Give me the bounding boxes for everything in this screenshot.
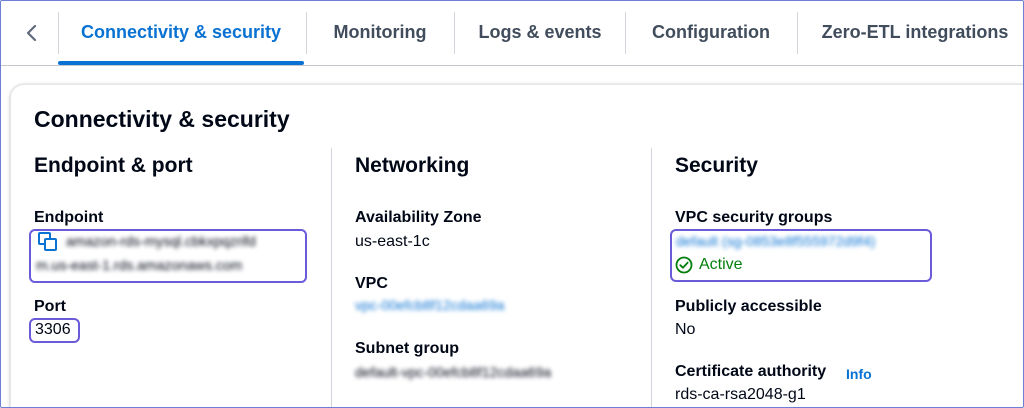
- panel-title: Connectivity & security: [34, 106, 290, 132]
- availability-zone-label: Availability Zone: [355, 209, 482, 226]
- column-divider: [651, 148, 652, 408]
- security-group-status: Active: [675, 256, 743, 274]
- check-circle-icon: [675, 256, 693, 274]
- certificate-authority-label: Certificate authority: [675, 363, 827, 380]
- info-link[interactable]: Info: [846, 366, 872, 382]
- tab-connectivity-security[interactable]: Connectivity & security: [58, 0, 304, 65]
- vpc-link[interactable]: vpc-00efcb8f12cdaa69a: [355, 297, 504, 313]
- certificate-authority-value: rds-ca-rsa2048-g1: [675, 386, 806, 403]
- chevron-left-icon[interactable]: [14, 18, 50, 48]
- endpoint-label: Endpoint: [34, 209, 104, 226]
- endpoint-value-line1: amazon-rds-mysql.cbkxpqzrifd: [66, 233, 256, 249]
- status-text: Active: [699, 256, 743, 273]
- copy-icon[interactable]: [38, 232, 58, 252]
- port-label: Port: [34, 298, 66, 315]
- subnet-group-label: Subnet group: [355, 340, 459, 357]
- tab-logs-events[interactable]: Logs & events: [455, 0, 625, 65]
- tab-bar: Connectivity & security Monitoring Logs …: [0, 0, 1024, 66]
- column-divider: [331, 148, 332, 408]
- vpc-label: VPC: [355, 275, 388, 292]
- tab-zero-etl-integrations[interactable]: Zero-ETL integrations: [805, 0, 1024, 65]
- publicly-accessible-value: No: [675, 321, 696, 338]
- networking-heading: Networking: [355, 154, 470, 177]
- subnet-group-value: default-vpc-00efcb8f12cdaa69a: [355, 364, 552, 380]
- publicly-accessible-label: Publicly accessible: [675, 298, 822, 315]
- tab-divider: [797, 12, 798, 54]
- availability-zone-value: us-east-1c: [355, 233, 430, 250]
- security-group-link[interactable]: default (sg-0853e8f555972d9f4): [676, 233, 875, 249]
- tab-monitoring[interactable]: Monitoring: [307, 0, 453, 65]
- port-value: 3306: [35, 321, 71, 338]
- vpc-security-groups-label: VPC security groups: [675, 209, 833, 226]
- security-heading: Security: [675, 154, 758, 177]
- endpoint-port-heading: Endpoint & port: [34, 154, 193, 177]
- tab-configuration[interactable]: Configuration: [626, 0, 796, 65]
- endpoint-value-line2: m.us-east-1.rds.amazonaws.com: [36, 257, 243, 273]
